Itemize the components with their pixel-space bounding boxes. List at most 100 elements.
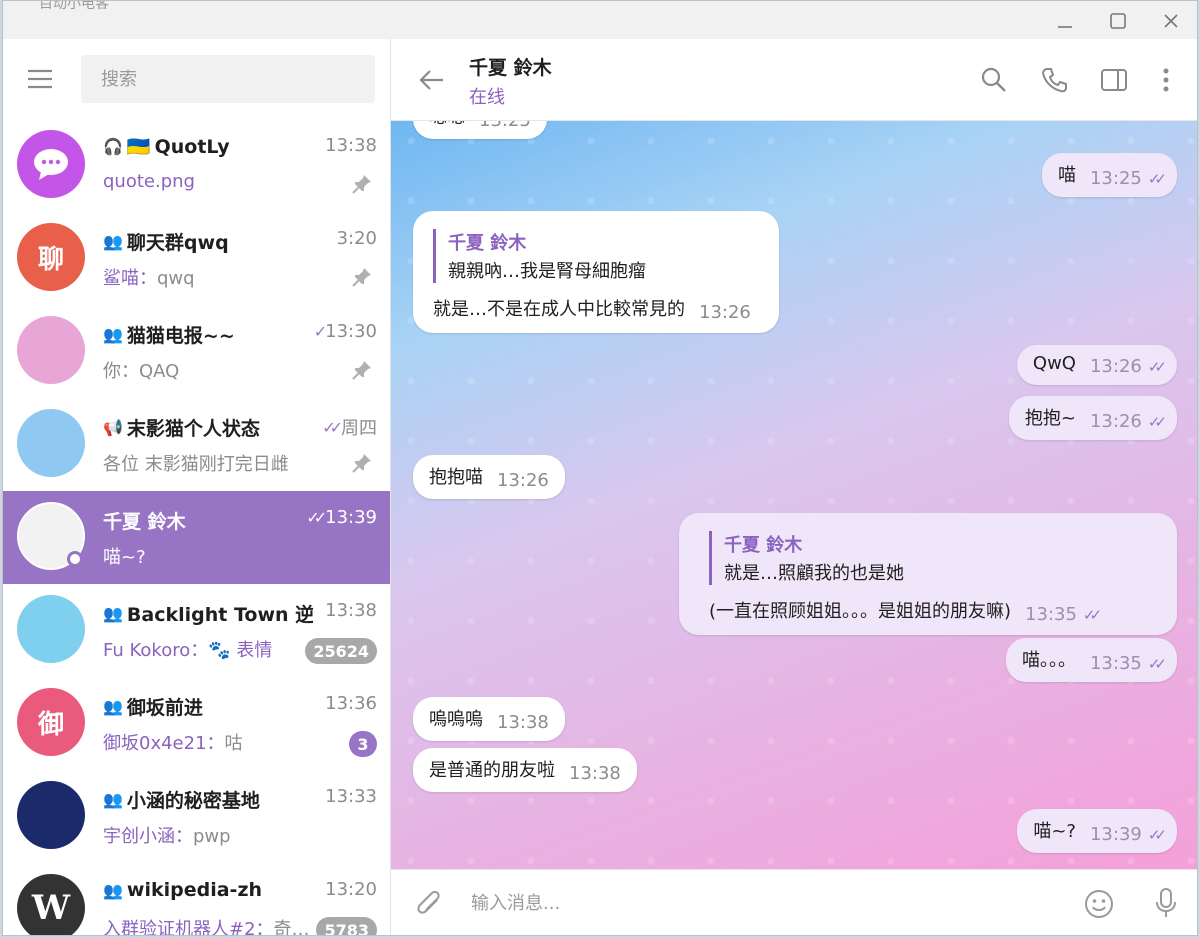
chat-list-item[interactable]: 📢 末影猫个人状态 ✓✓ 周四 各位 末影猫刚打完日雌 (3, 398, 390, 491)
message-bubble[interactable]: 喵~? 13:39 ✓✓ (1017, 809, 1177, 853)
chat-name: 千夏 鈴木 (103, 507, 313, 534)
preview-sender: Fu Kokoro： (103, 640, 209, 661)
search-icon[interactable] (979, 65, 1009, 95)
preview-text: 喵~? (103, 547, 146, 568)
search-input[interactable] (81, 55, 375, 103)
online-status-dot (67, 551, 83, 567)
chat-time-text: 13:38 (325, 600, 377, 621)
message-bubble[interactable]: QwQ 13:26 ✓✓ (1016, 345, 1177, 385)
chat-list-item[interactable]: 聊 👥 聊天群qwq 3:20 鲨喵：qwq (3, 212, 390, 305)
message-input[interactable] (471, 882, 1071, 924)
speech-bubble-icon (34, 149, 68, 180)
chat-name: 👥Backlight Town 逆光小镇 (103, 600, 313, 627)
double-check-icon: ✓✓ (1147, 357, 1167, 376)
chat-name: 👥 猫猫电报~~ (103, 321, 313, 348)
chat-list-item[interactable]: W 👥 wikipedia-zh 13:20 入群验证机器人#2：奇… 5783 (3, 863, 390, 936)
message-history[interactable]: 嗯嗯13:25 喵13:25✓✓ 千夏 鈴木 親親吶…我是腎母細胞瘤 就是…不是… (391, 121, 1197, 869)
chat-list-item[interactable]: 千夏 鈴木 ✓✓ 13:39 喵~? (3, 491, 390, 584)
minimize-icon[interactable] (1053, 9, 1077, 33)
paperclip-icon[interactable] (415, 888, 445, 920)
chat-name-text: 御坂前进 (126, 697, 203, 719)
peer-name[interactable]: 千夏 鈴木 (469, 53, 552, 80)
double-check-icon: ✓✓ (1147, 654, 1167, 673)
preview-text: 🐾 表情 (208, 640, 273, 661)
maximize-icon[interactable] (1106, 9, 1130, 33)
chat-name: 📢 末影猫个人状态 (103, 414, 313, 441)
chat-name-text: 千夏 鈴木 (103, 511, 186, 533)
chat-list-item[interactable]: 👥 猫猫电报~~ ✓ 13:30 你：QAQ (3, 305, 390, 398)
message-bubble[interactable]: 千夏 鈴木 親親吶…我是腎母細胞瘤 就是…不是在成人中比較常見的 13:26 (413, 211, 779, 333)
check-icon: ✓ (313, 322, 328, 341)
unread-count-badge: 5783 (316, 917, 377, 935)
unread-count-badge: 25624 (305, 638, 377, 664)
chat-time-text: 13:39 (325, 507, 377, 528)
chat-time: ✓✓ 13:39 (306, 507, 377, 528)
message-bubble[interactable]: 抱抱喵 13:26 (413, 455, 565, 499)
chat-time: 13:33 (325, 786, 377, 807)
conversation-panel: 千夏 鈴木 在线 嗯嗯13:25 喵13:25✓✓ (391, 39, 1197, 935)
chat-name-text: QuotLy (154, 135, 230, 158)
sidebar-toggle-icon[interactable] (1099, 65, 1129, 95)
chat-list-item[interactable]: 🎧 🇺🇦 QuotLy 13:38 quote.png (3, 119, 390, 212)
chat-avatar: 聊 (17, 223, 85, 291)
chat-time: 13:38 (325, 600, 377, 621)
preview-text: 各位 末影猫刚打完日雌 (103, 454, 289, 475)
chat-avatar (17, 130, 85, 198)
preview-text: 奇… (273, 919, 310, 936)
chat-time: 3:20 (337, 228, 377, 249)
message-bubble[interactable]: 喵 13:25 ✓✓ (1041, 153, 1177, 197)
message-bubble[interactable]: 千夏 鈴木 就是…照顧我的也是她 (一直在照顾姐姐。。。是姐姐的朋友嘛) 13:3… (679, 513, 1177, 635)
preview-text: 咕 (224, 733, 243, 754)
chat-list-item[interactable]: 👥Backlight Town 逆光小镇13:38Fu Kokoro：🐾 表情2… (3, 584, 390, 677)
preview-sender: 入群验证机器人#2： (103, 919, 274, 936)
message-composer (391, 869, 1197, 935)
chat-list-item[interactable]: 御 👥 御坂前进 13:36 御坂0x4e21：咕 3 (3, 677, 390, 770)
pin-icon (351, 266, 373, 288)
chat-time-text: 周四 (341, 418, 377, 439)
chat-time-text: 13:38 (325, 135, 377, 156)
chat-avatar (17, 781, 85, 849)
chat-preview: Fu Kokoro：🐾 表情 (103, 636, 323, 662)
phone-call-icon[interactable] (1039, 65, 1069, 95)
pin-icon (351, 173, 373, 195)
preview-text: qwq (157, 268, 195, 289)
message-bubble[interactable]: 抱抱~ 13:26 ✓✓ (1008, 396, 1177, 440)
preview-text: quote.png (103, 171, 195, 192)
reply-quote[interactable]: 千夏 鈴木 親親吶…我是腎母細胞瘤 (433, 229, 759, 283)
chat-time: 13:36 (325, 693, 377, 714)
more-options-icon[interactable] (1151, 65, 1181, 95)
pin-icon (351, 452, 373, 474)
chat-avatar (17, 409, 85, 477)
message-bubble[interactable]: 嗚嗚嗚 13:38 (413, 697, 565, 741)
message-bubble[interactable]: 嗯嗯13:25 (413, 121, 547, 139)
chat-name-text: 末影猫个人状态 (126, 418, 260, 440)
close-icon[interactable] (1159, 9, 1183, 33)
reply-quote[interactable]: 千夏 鈴木 就是…照顧我的也是她 (709, 531, 1157, 585)
chat-list-item[interactable]: 👥 小涵的秘密基地 13:33 宇创小涵：pwp (3, 770, 390, 863)
message-bubble[interactable]: 喵。。。 13:35 ✓✓ (1005, 638, 1177, 682)
microphone-icon[interactable] (1151, 886, 1181, 920)
chat-time-text: 13:36 (325, 693, 377, 714)
double-check-icon: ✓✓ (1147, 412, 1167, 431)
chat-time: 13:38 (325, 135, 377, 156)
chat-header: 千夏 鈴木 在线 (391, 39, 1197, 121)
unread-count-badge: 3 (349, 731, 377, 757)
chat-name-text: Backlight Town 逆光小镇 (126, 604, 313, 626)
chat-time: ✓ 13:30 (314, 321, 377, 342)
preview-sender: 宇创小涵： (103, 826, 193, 847)
chat-name: 👥 wikipedia-zh (103, 879, 313, 901)
channel-type-icon: 📢 (103, 418, 123, 437)
back-arrow-icon[interactable] (417, 65, 447, 95)
hamburger-menu-icon[interactable] (25, 64, 55, 94)
chat-list-sidebar: 🎧🇺🇦QuotLy13:38quote.png聊👥聊天群qwq3:20鲨喵：qw… (3, 39, 391, 936)
chat-name-text: 聊天群qwq (126, 232, 229, 254)
chat-preview: 宇创小涵：pwp (103, 822, 323, 848)
chat-preview: quote.png (103, 171, 323, 192)
chat-preview: 各位 末影猫刚打完日雌 (103, 450, 323, 476)
title-bar: 目动小电客 (3, 1, 1197, 39)
message-bubble[interactable]: 是普通的朋友啦 13:38 (413, 748, 637, 792)
chat-list: 🎧 🇺🇦 QuotLy 13:38 quote.png 聊 👥 聊天群qwq 3:20 鲨喵：qw… (3, 119, 390, 936)
emoji-icon[interactable] (1083, 888, 1115, 920)
chat-name: 👥 御坂前进 (103, 693, 313, 720)
group-type-icon: 👥 (103, 604, 123, 623)
